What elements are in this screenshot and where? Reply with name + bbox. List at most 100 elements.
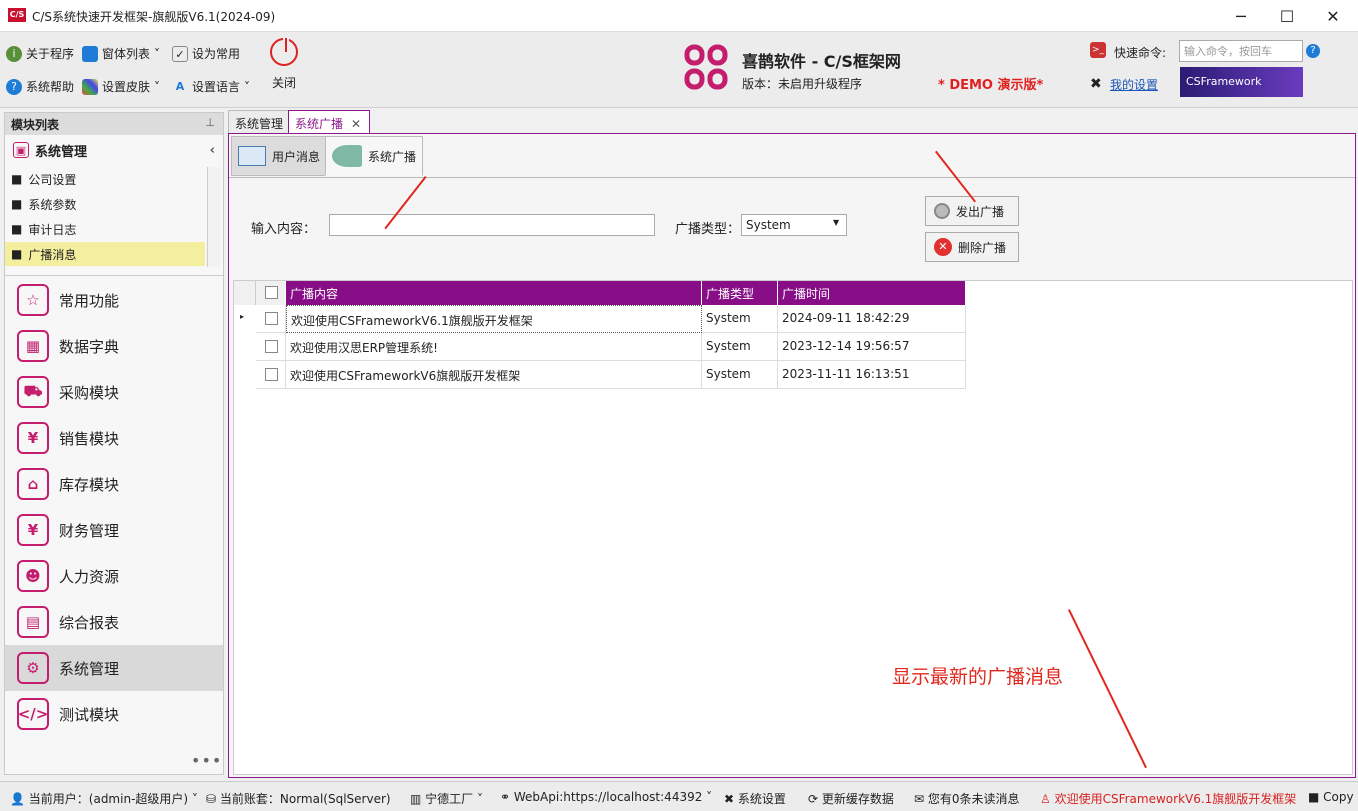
status-copy[interactable]: ■ Copy <box>1308 790 1354 804</box>
module-item[interactable]: ☆ 常用功能 <box>5 277 223 323</box>
status-broadcast[interactable]: ♙ 欢迎使用CSFrameworkV6.1旗舰版开发框架 <box>1040 790 1296 807</box>
table-cell[interactable]: 欢迎使用CSFrameworkV6.1旗舰版开发框架 <box>286 305 702 333</box>
system-icon: ⚙ <box>17 652 49 684</box>
column-header-time[interactable]: 广播时间 <box>778 281 966 305</box>
subtab-system-broadcast[interactable]: 系统广播 <box>325 136 424 176</box>
close-tab-icon[interactable]: ✕ <box>351 117 361 131</box>
close-window-button[interactable]: ✕ <box>1310 0 1356 32</box>
module-item[interactable]: </> 测试模块 <box>5 691 223 737</box>
clipboard-icon: ✓ <box>172 45 188 62</box>
table-cell[interactable]: 2023-11-11 16:13:51 <box>778 361 966 389</box>
table-cell[interactable]: System <box>702 305 778 333</box>
my-settings-link[interactable]: 我的设置 <box>1110 76 1158 93</box>
table-cell[interactable]: 欢迎使用CSFrameworkV6旗舰版开发框架 <box>286 361 702 389</box>
row-select-cell[interactable] <box>256 305 286 333</box>
broadcast-content-input[interactable] <box>329 214 655 236</box>
tab-system-broadcast[interactable]: 系统广播 ✕ <box>288 110 370 134</box>
about-icon: i <box>6 45 22 62</box>
module-item[interactable]: ⛟ 采购模块 <box>5 369 223 415</box>
delete-icon: ✕ <box>934 238 952 256</box>
cart-icon: ⛟ <box>17 376 49 408</box>
minimize-button[interactable]: ─ <box>1218 0 1264 32</box>
table-cell[interactable]: 2023-12-14 19:56:57 <box>778 333 966 361</box>
csframework-banner[interactable]: CSFramework <box>1180 67 1303 97</box>
quick-command-input[interactable]: 输入命令，按回车 <box>1179 40 1303 62</box>
row-select-cell[interactable] <box>256 333 286 361</box>
about-button[interactable]: i 关于程序 <box>6 45 74 62</box>
user-icon: 👤 <box>10 792 25 806</box>
module-label: 常用功能 <box>59 291 120 310</box>
pin-icon[interactable]: ⊥ <box>205 116 215 129</box>
chevron-down-icon: ˅ <box>244 79 251 94</box>
select-all-header[interactable] <box>256 281 286 305</box>
chevron-down-icon[interactable]: ▼ <box>833 218 839 227</box>
table-cell[interactable]: System <box>702 361 778 389</box>
table-cell[interactable]: System <box>702 333 778 361</box>
code-icon: </> <box>17 698 49 730</box>
link-icon: ⚭ <box>500 790 511 804</box>
row-checkbox[interactable] <box>265 312 278 325</box>
table-cell[interactable]: 欢迎使用汉思ERP管理系统! <box>286 333 702 361</box>
module-item[interactable]: ⌂ 库存模块 <box>5 461 223 507</box>
row-checkbox[interactable] <box>265 340 278 353</box>
module-label: 数据字典 <box>59 337 120 356</box>
power-icon[interactable] <box>270 36 298 66</box>
sidebar-scrollbar[interactable] <box>207 167 221 267</box>
skin-button[interactable]: 设置皮肤 ˅ <box>82 78 160 95</box>
select-all-checkbox[interactable] <box>265 286 278 299</box>
version-text: 版本：未启用升级程序 <box>742 77 863 91</box>
row-checkbox[interactable] <box>265 368 278 381</box>
window-list-button[interactable]: 窗体列表 ˅ <box>82 45 160 62</box>
demo-label: * DEMO 演示版* <box>938 78 1044 93</box>
status-settings[interactable]: ✖ 系统设置 <box>724 790 786 807</box>
status-refresh[interactable]: ⟳ 更新缓存数据 <box>808 790 894 807</box>
status-unread[interactable]: ✉ 您有0条未读消息 <box>914 790 1020 807</box>
module-label: 财务管理 <box>59 521 120 540</box>
annotation-text: 显示最新的广播消息 <box>892 666 1064 688</box>
sidebar-group-system[interactable]: ▣ 系统管理 ‹ <box>5 137 223 163</box>
more-icon[interactable]: ••• <box>191 751 222 770</box>
set-common-button[interactable]: ✓ 设为常用 <box>172 45 240 62</box>
megaphone-icon <box>332 145 362 167</box>
status-user[interactable]: 👤 当前用户：(admin-超级用户) ˅ <box>10 790 198 807</box>
status-bar: 👤 当前用户：(admin-超级用户) ˅ ⛁ 当前账套：Normal(SqlS… <box>0 781 1358 811</box>
help-button[interactable]: ? 系统帮助 <box>6 78 74 95</box>
sidebar-item-audit[interactable]: ■ 审计日志 <box>5 217 205 241</box>
document-tabs: 系统管理 系统广播 ✕ <box>228 110 1358 134</box>
column-header-type[interactable]: 广播类型 <box>702 281 778 305</box>
module-item[interactable]: ▤ 综合报表 <box>5 599 223 645</box>
row-indicator-header <box>234 281 256 305</box>
mail-icon: ✉ <box>914 792 925 806</box>
cube-icon: ■ <box>11 247 23 261</box>
module-item[interactable]: ☻ 人力资源 <box>5 553 223 599</box>
module-item[interactable]: ⚙ 系统管理 <box>5 645 223 691</box>
subtab-user-messages[interactable]: 用户消息 <box>231 136 328 176</box>
tab-system-management[interactable]: 系统管理 <box>228 110 291 134</box>
finance-icon: ¥ <box>17 514 49 546</box>
table-cell[interactable]: 2024-09-11 18:42:29 <box>778 305 966 333</box>
status-account[interactable]: ⛁ 当前账套：Normal(SqlServer) <box>206 790 391 807</box>
broadcast-type-select[interactable]: System <box>741 214 847 236</box>
quick-command-label: 快速命令: <box>1114 46 1167 60</box>
module-item[interactable]: ¥ 财务管理 <box>5 507 223 553</box>
delete-broadcast-button[interactable]: ✕ 删除广播 <box>925 232 1019 262</box>
row-select-cell[interactable] <box>256 361 286 389</box>
shopping-bag-icon: ¥ <box>17 422 49 454</box>
sidebar-item-company[interactable]: ■ 公司设置 <box>5 167 205 191</box>
building-icon: ▥ <box>410 792 422 806</box>
column-header-content[interactable]: 广播内容 <box>286 281 702 305</box>
language-icon: A <box>175 79 185 93</box>
status-factory[interactable]: ▥ 宁德工厂 ˅ <box>410 790 483 807</box>
cube-icon: ■ <box>11 222 23 236</box>
close-label[interactable]: 关闭 <box>272 74 296 91</box>
tools-icon: ✖ <box>724 792 735 806</box>
status-webapi[interactable]: ⚭ WebApi:https://localhost:44392 ˅ <box>500 790 712 804</box>
module-item[interactable]: ▦ 数据字典 <box>5 323 223 369</box>
help-icon[interactable]: ? <box>1306 44 1320 58</box>
module-item[interactable]: ¥ 销售模块 <box>5 415 223 461</box>
sidebar-item-broadcast[interactable]: ■ 广播消息 <box>5 242 205 266</box>
brand-logo <box>684 44 728 90</box>
language-button[interactable]: A 设置语言 ˅ <box>172 78 250 95</box>
maximize-button[interactable]: ☐ <box>1264 0 1310 32</box>
sidebar-item-params[interactable]: ■ 系统参数 <box>5 192 205 216</box>
